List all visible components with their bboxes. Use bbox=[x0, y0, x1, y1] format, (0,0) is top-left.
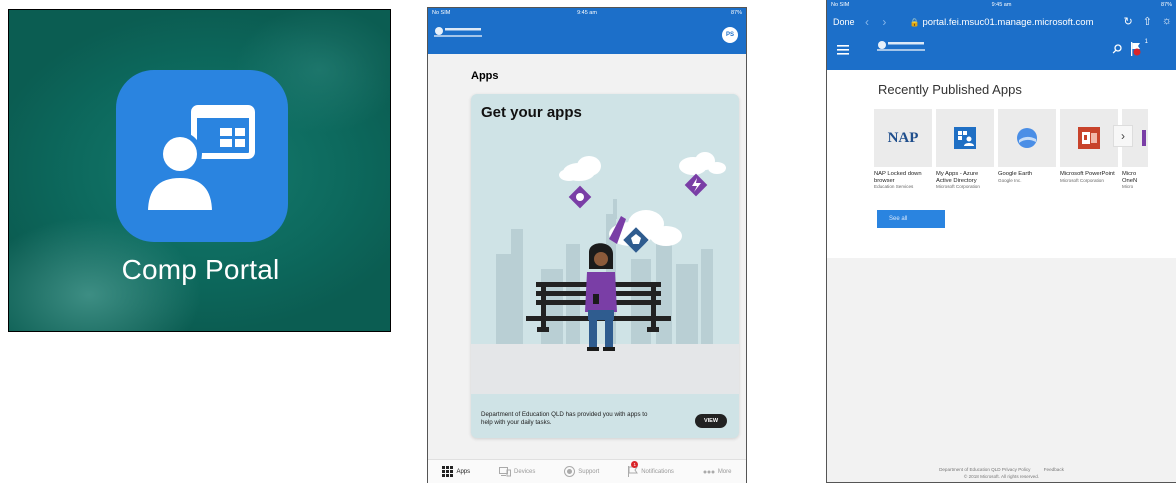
app-tile-onenote[interactable]: Micro OneN Micro bbox=[1122, 109, 1148, 190]
devices-icon bbox=[499, 466, 512, 476]
company-portal-icon[interactable] bbox=[116, 70, 288, 242]
chevron-right-icon[interactable]: › bbox=[1113, 125, 1133, 147]
notification-count: 1 bbox=[1144, 39, 1148, 45]
app-tile-icon-box: NAP bbox=[874, 109, 932, 167]
app-tile-icon-box bbox=[936, 109, 994, 167]
tab-label: Support bbox=[578, 468, 600, 475]
card-description: Department of Education QLD has provided… bbox=[481, 411, 648, 426]
tab-bar: Apps Devices Support 1 Notifications Mor… bbox=[428, 459, 746, 483]
card-title: Get your apps bbox=[481, 104, 582, 121]
queensland-government-logo bbox=[434, 27, 482, 37]
tab-label: Notifications bbox=[641, 468, 674, 475]
google-earth-icon bbox=[1017, 128, 1037, 148]
url-text: portal.fei.msuc01.manage.microsoft.com bbox=[922, 17, 1094, 28]
compass-icon[interactable]: ☼ bbox=[1162, 15, 1172, 28]
share-icon[interactable]: ⇧ bbox=[1143, 15, 1152, 28]
app-label[interactable]: Comp Portal bbox=[9, 254, 390, 286]
app-name: Microsoft PowerPoint bbox=[1060, 171, 1115, 177]
app-header: PS bbox=[428, 20, 746, 54]
app-name: My Apps - Azure Active Directory bbox=[936, 171, 979, 184]
see-all-button[interactable]: See all bbox=[877, 210, 945, 228]
hamburger-menu-icon[interactable] bbox=[837, 45, 849, 55]
page-footer: Department of Education QLD Privacy Poli… bbox=[827, 466, 1176, 480]
app-name: Google Earth bbox=[998, 171, 1033, 177]
tab-label: Apps bbox=[456, 468, 471, 475]
tab-label: Devices bbox=[514, 468, 536, 475]
app-tile-icon-box bbox=[998, 109, 1056, 167]
app-tile-powerpoint[interactable]: Microsoft PowerPoint Microsoft Corporati… bbox=[1060, 109, 1118, 190]
portal-app-panel: No SIM 9:45 am 87% PS Apps Get your apps bbox=[427, 7, 747, 483]
search-icon[interactable] bbox=[1112, 44, 1122, 54]
tab-label: More bbox=[717, 468, 732, 475]
avatar[interactable]: PS bbox=[722, 27, 738, 43]
apps-grid-icon bbox=[442, 466, 454, 477]
clock: 9:45 am bbox=[577, 10, 597, 16]
nap-text-icon: NAP bbox=[887, 129, 919, 146]
tab-support[interactable]: Support bbox=[564, 466, 599, 477]
person-on-bench-illustration bbox=[471, 152, 739, 394]
onenote-icon bbox=[1136, 127, 1148, 149]
app-tiles: NAP NAP Locked down browser Education Se… bbox=[874, 109, 1148, 190]
app-name: Micro OneN bbox=[1122, 171, 1138, 184]
privacy-policy-link[interactable]: Department of Education QLD Privacy Poli… bbox=[939, 467, 1030, 472]
page-title: Apps bbox=[471, 70, 499, 82]
app-publisher: Google Inc. bbox=[998, 177, 1022, 183]
app-tile-icon-box bbox=[1060, 109, 1118, 167]
tab-devices[interactable]: Devices bbox=[499, 466, 536, 477]
support-icon bbox=[564, 466, 576, 477]
tab-apps[interactable]: Apps bbox=[442, 466, 470, 477]
get-apps-card: Get your apps Department of Education QL… bbox=[471, 94, 739, 438]
tab-notifications[interactable]: 1 Notifications bbox=[628, 461, 674, 477]
app-tile-myapps[interactable]: My Apps - Azure Active Directory Microso… bbox=[936, 109, 994, 190]
app-publisher: Education Services bbox=[874, 184, 914, 190]
copyright: © 2018 Microsoft. All rights reserved. bbox=[963, 474, 1040, 479]
status-bar: No SIM 9:45 am 87% bbox=[827, 0, 1176, 12]
status-bar: No SIM 9:45 am 87% bbox=[428, 8, 746, 20]
footer-links: Department of Education QLD Privacy Poli… bbox=[827, 466, 1176, 473]
main-content: Recently Published Apps NAP NAP Locked d… bbox=[827, 70, 1176, 258]
section-heading: Recently Published Apps bbox=[878, 82, 1022, 97]
browser-tools: ↻ ⇧ ☼ bbox=[1123, 15, 1172, 28]
app-tile-nap[interactable]: NAP NAP Locked down browser Education Se… bbox=[874, 109, 932, 190]
browser-toolbar: Done ‹ › 🔒 portal.fei.msuc01.manage.micro… bbox=[827, 12, 1176, 34]
clock: 9:45 am bbox=[991, 2, 1012, 8]
site-header: 1 bbox=[827, 34, 1176, 70]
app-name: NAP Locked down browser bbox=[874, 171, 922, 184]
web-portal-panel: No SIM 9:45 am 87% Done ‹ › 🔒 portal.fei.… bbox=[826, 0, 1176, 483]
powerpoint-icon bbox=[1078, 127, 1100, 149]
app-publisher: Microsoft Corporation bbox=[1060, 177, 1104, 183]
app-publisher: Micro bbox=[1122, 184, 1134, 190]
home-screen-panel: Comp Portal bbox=[8, 9, 391, 332]
app-publisher: Microsoft Corporation bbox=[936, 184, 980, 190]
more-icon bbox=[703, 470, 715, 473]
view-button[interactable]: VIEW bbox=[695, 414, 727, 428]
notification-badge-wrap: 1 bbox=[628, 461, 639, 477]
battery-label: 87% bbox=[730, 10, 742, 16]
app-tile-google-earth[interactable]: Google Earth Google Inc. bbox=[998, 109, 1056, 190]
notifications-flag-icon[interactable] bbox=[1130, 42, 1142, 56]
myapps-azure-icon bbox=[954, 127, 976, 149]
tab-more[interactable]: More bbox=[703, 468, 732, 475]
lock-icon: 🔒 bbox=[909, 18, 920, 27]
feedback-link[interactable]: Feedback bbox=[1044, 467, 1064, 472]
reload-icon[interactable]: ↻ bbox=[1123, 15, 1132, 28]
queensland-government-logo bbox=[877, 41, 925, 51]
battery-label: 87% bbox=[1160, 2, 1172, 8]
